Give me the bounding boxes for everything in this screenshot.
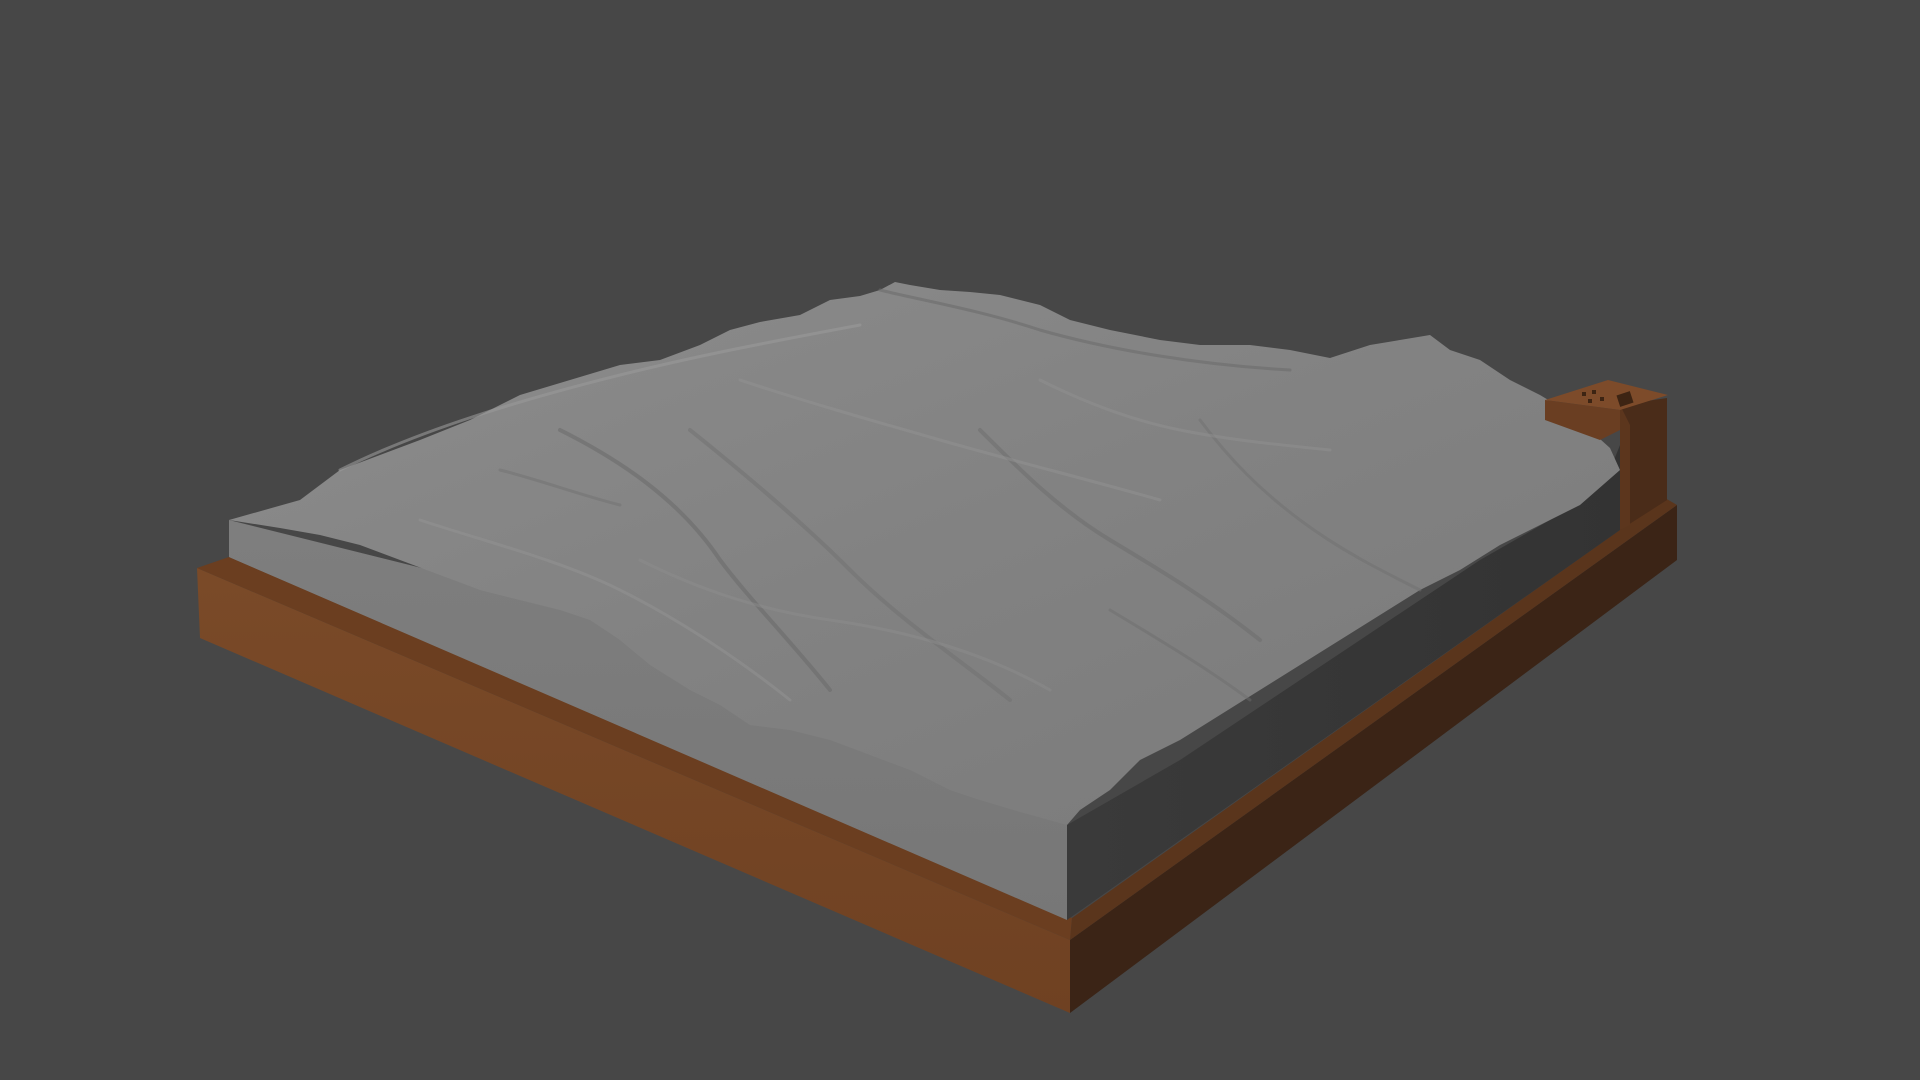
viewport-canvas xyxy=(0,0,1920,1080)
base-post-face xyxy=(1620,405,1630,530)
3d-viewport[interactable] xyxy=(0,0,1920,1080)
